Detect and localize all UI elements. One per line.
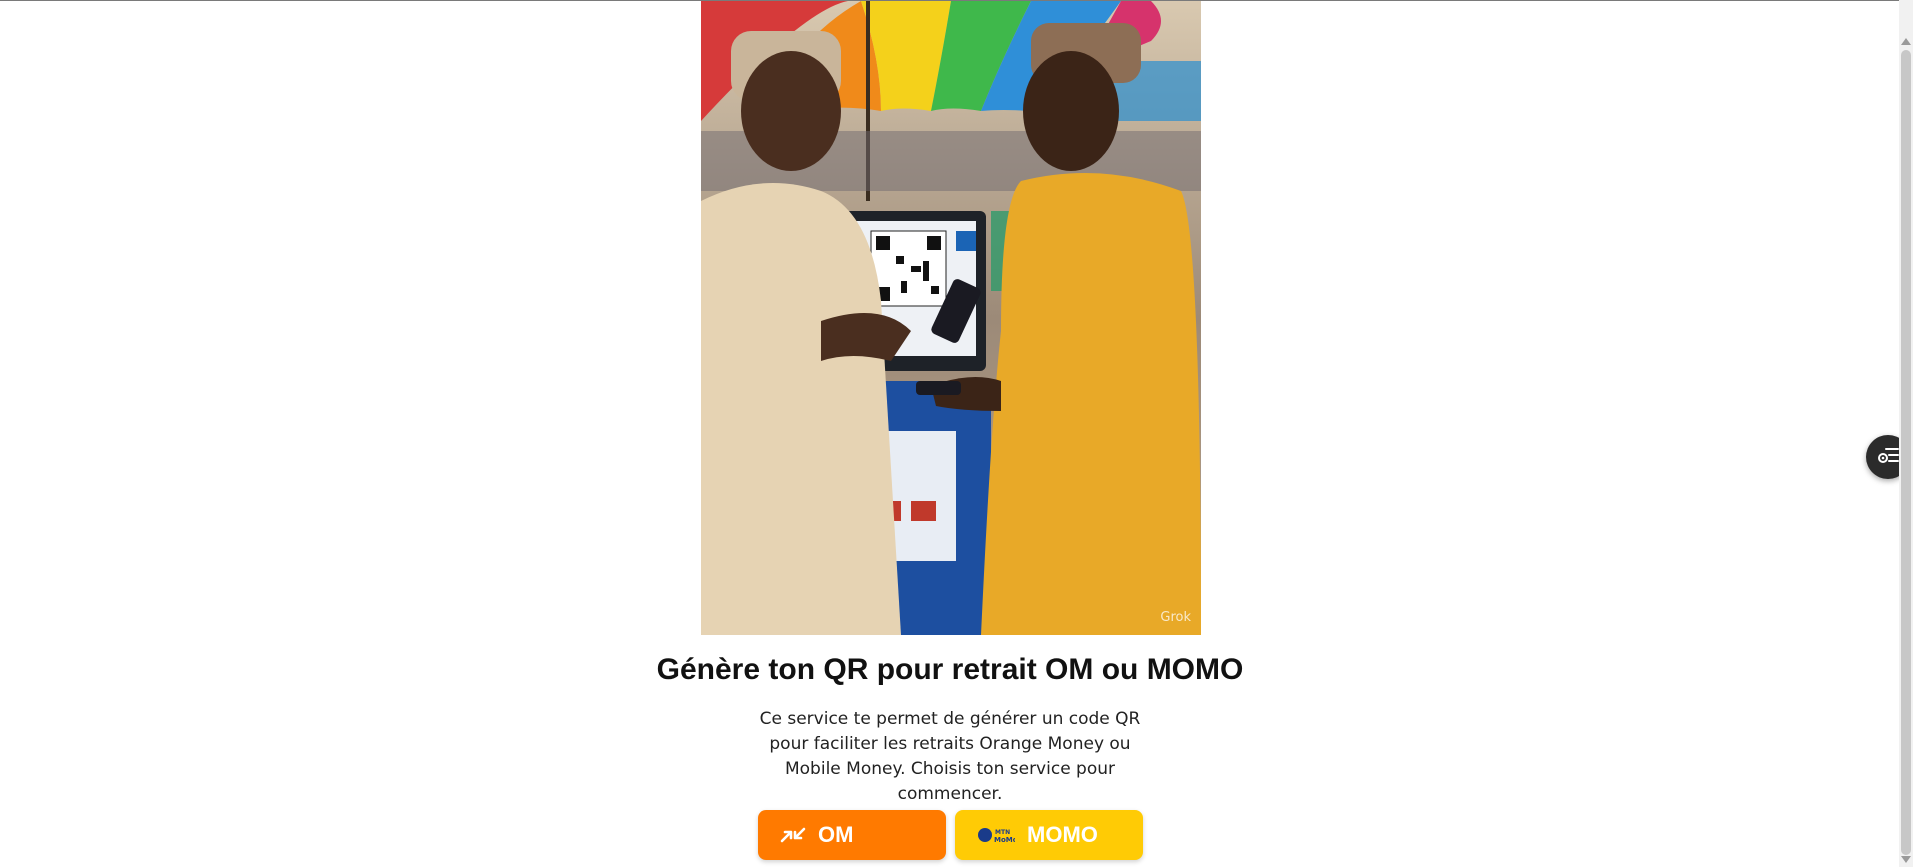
vertical-scrollbar[interactable] (1899, 0, 1913, 867)
list-settings-icon (1877, 446, 1899, 469)
watermark-text: Grok (1160, 610, 1191, 625)
mtn-momo-icon: MTN MoMo (977, 824, 1015, 846)
page-description: Ce service te permet de générer un code … (759, 709, 1141, 804)
scroll-up-arrow-icon[interactable] (1901, 38, 1911, 45)
svg-text:MoMo: MoMo (994, 836, 1015, 844)
om-button-label: OM (818, 822, 854, 847)
momo-button[interactable]: MTN MoMo MOMO (955, 810, 1143, 860)
orange-money-icon (780, 826, 806, 844)
scroll-down-arrow-icon[interactable] (1901, 856, 1911, 863)
scrollbar-thumb[interactable] (1901, 50, 1911, 855)
momo-button-label: MOMO (1027, 822, 1098, 847)
hero-image: Grok (701, 1, 1201, 635)
om-button[interactable]: OM (758, 810, 946, 860)
page-title: Génère ton QR pour retrait OM ou MOMO (656, 653, 1244, 686)
svg-text:MTN: MTN (995, 829, 1010, 836)
